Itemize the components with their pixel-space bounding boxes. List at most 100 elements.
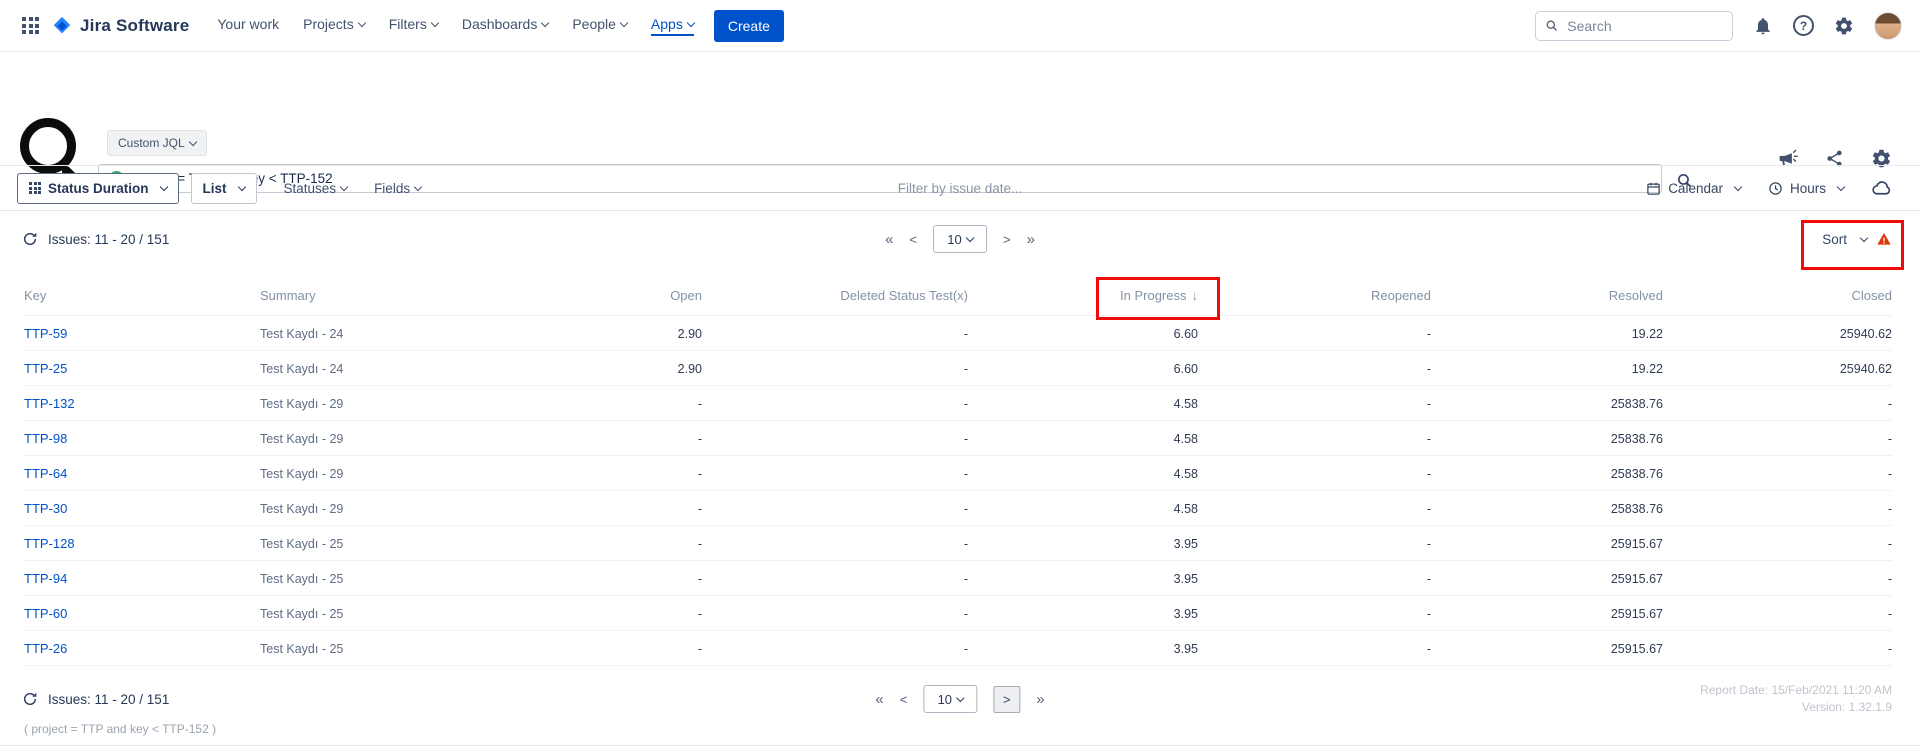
- issues-count-label: Issues: 11 - 20 / 151: [48, 232, 169, 247]
- help-icon[interactable]: ?: [1793, 15, 1814, 36]
- next-page-icon[interactable]: >: [1003, 233, 1011, 246]
- issues-table-body: TTP-59Test Kaydı - 242.90-6.60-19.222594…: [24, 316, 1892, 666]
- cell-closed: -: [1663, 631, 1892, 666]
- grid-icon: [22, 17, 39, 34]
- issue-key-link[interactable]: TTP-128: [24, 536, 75, 551]
- grid-icon: [29, 182, 41, 194]
- nav-label: Filters: [389, 16, 427, 32]
- chevron-down-icon: [956, 694, 964, 702]
- column-header-key[interactable]: Key: [24, 267, 260, 316]
- cell-resolved: 25915.67: [1431, 526, 1663, 561]
- next-page-button[interactable]: >: [993, 686, 1020, 713]
- fields-dropdown[interactable]: Fields: [374, 181, 421, 196]
- last-page-icon[interactable]: »: [1036, 692, 1044, 707]
- cell-resolved: 25838.76: [1431, 421, 1663, 456]
- cell-in-progress: 4.58: [968, 421, 1198, 456]
- table-row: TTP-64Test Kaydı - 29--4.58-25838.76-: [24, 456, 1892, 491]
- chevron-down-icon: [357, 18, 365, 26]
- first-page-icon[interactable]: «: [885, 232, 893, 247]
- issue-key-link[interactable]: TTP-59: [24, 326, 67, 341]
- hours-label: Hours: [1790, 181, 1826, 196]
- nav-dashboards[interactable]: Dashboards: [450, 0, 561, 52]
- issue-key-link[interactable]: TTP-64: [24, 466, 67, 481]
- chevron-down-icon: [188, 138, 196, 146]
- column-header-summary[interactable]: Summary: [260, 267, 570, 316]
- nav-apps[interactable]: Apps: [639, 0, 706, 52]
- cell-reopened: -: [1198, 351, 1431, 386]
- issue-summary: Test Kaydı - 24: [260, 351, 570, 386]
- top-navbar: Jira Software Your work Projects Filters…: [0, 0, 1920, 52]
- column-header-reopened[interactable]: Reopened: [1198, 267, 1431, 316]
- issue-summary: Test Kaydı - 29: [260, 456, 570, 491]
- app-switcher-icon[interactable]: [16, 11, 45, 40]
- column-header-closed[interactable]: Closed: [1663, 267, 1892, 316]
- table-row: TTP-25Test Kaydı - 242.90-6.60-19.222594…: [24, 351, 1892, 386]
- notifications-bell-icon[interactable]: [1753, 16, 1773, 36]
- fields-label: Fields: [374, 181, 410, 196]
- cloud-export-icon[interactable]: [1871, 178, 1892, 199]
- hours-dropdown[interactable]: Hours: [1768, 181, 1844, 196]
- settings-gear-icon[interactable]: [1834, 16, 1854, 36]
- view-mode-label: List: [203, 181, 227, 196]
- issue-summary: Test Kaydı - 25: [260, 561, 570, 596]
- view-mode-button[interactable]: List: [191, 173, 257, 204]
- query-mode-dropdown[interactable]: Custom JQL: [107, 130, 207, 156]
- calendar-dropdown[interactable]: Calendar: [1646, 181, 1741, 196]
- cell-closed: -: [1663, 386, 1892, 421]
- page-size-select[interactable]: 10: [933, 225, 987, 253]
- prev-page-icon[interactable]: <: [900, 693, 908, 706]
- cell-in-progress: 3.95: [968, 526, 1198, 561]
- cell-deleted-status-test: -: [702, 421, 968, 456]
- issue-key-link[interactable]: TTP-26: [24, 641, 67, 656]
- nav-label: Projects: [303, 16, 354, 32]
- statuses-dropdown[interactable]: Statuses: [284, 181, 348, 196]
- nav-people[interactable]: People: [560, 0, 639, 52]
- cell-reopened: -: [1198, 561, 1431, 596]
- jira-logo[interactable]: Jira Software: [51, 15, 189, 37]
- refresh-icon[interactable]: [22, 691, 38, 707]
- cell-in-progress: 4.58: [968, 386, 1198, 421]
- issue-key-link[interactable]: TTP-60: [24, 606, 67, 621]
- issue-key-link[interactable]: TTP-132: [24, 396, 75, 411]
- cell-resolved: 25838.76: [1431, 456, 1663, 491]
- nav-projects[interactable]: Projects: [291, 0, 377, 52]
- issue-key-link[interactable]: TTP-25: [24, 361, 67, 376]
- search-icon: [1545, 18, 1558, 33]
- cell-closed: -: [1663, 491, 1892, 526]
- nav-label: Apps: [651, 16, 683, 32]
- create-button[interactable]: Create: [714, 10, 784, 42]
- last-page-icon[interactable]: »: [1027, 232, 1035, 247]
- cell-open: -: [570, 456, 702, 491]
- search-input[interactable]: [1565, 17, 1723, 35]
- logo-text: Jira Software: [80, 16, 189, 36]
- issue-summary: Test Kaydı - 29: [260, 421, 570, 456]
- column-header-resolved[interactable]: Resolved: [1431, 267, 1663, 316]
- prev-page-icon[interactable]: <: [909, 233, 917, 246]
- issues-count-label: Issues: 11 - 20 / 151: [48, 692, 169, 707]
- cell-resolved: 25838.76: [1431, 386, 1663, 421]
- first-page-icon[interactable]: «: [875, 692, 883, 707]
- chevron-down-icon: [620, 18, 628, 26]
- column-header-deleted-status-test[interactable]: Deleted Status Test(x): [702, 267, 968, 316]
- refresh-icon[interactable]: [22, 231, 38, 247]
- nav-your-work[interactable]: Your work: [205, 0, 291, 52]
- report-type-label: Status Duration: [48, 181, 149, 196]
- table-row: TTP-59Test Kaydı - 242.90-6.60-19.222594…: [24, 316, 1892, 351]
- issue-date-filter[interactable]: Filter by issue date...: [898, 181, 1023, 196]
- report-type-button[interactable]: Status Duration: [17, 173, 179, 204]
- issue-key-link[interactable]: TTP-30: [24, 501, 67, 516]
- cell-deleted-status-test: -: [702, 526, 968, 561]
- global-search[interactable]: [1535, 11, 1733, 41]
- nav-filters[interactable]: Filters: [377, 0, 450, 52]
- page-size-select[interactable]: 10: [923, 685, 977, 713]
- issue-key-link[interactable]: TTP-94: [24, 571, 67, 586]
- issue-key-link[interactable]: TTP-98: [24, 431, 67, 446]
- column-header-open[interactable]: Open: [570, 267, 702, 316]
- sort-dropdown[interactable]: Sort: [1822, 231, 1892, 247]
- cell-deleted-status-test: -: [702, 351, 968, 386]
- cell-resolved: 19.22: [1431, 351, 1663, 386]
- column-header-in-progress[interactable]: In Progress↓: [968, 267, 1198, 316]
- query-mode-label: Custom JQL: [118, 136, 185, 150]
- cell-open: -: [570, 526, 702, 561]
- user-avatar[interactable]: [1874, 12, 1902, 40]
